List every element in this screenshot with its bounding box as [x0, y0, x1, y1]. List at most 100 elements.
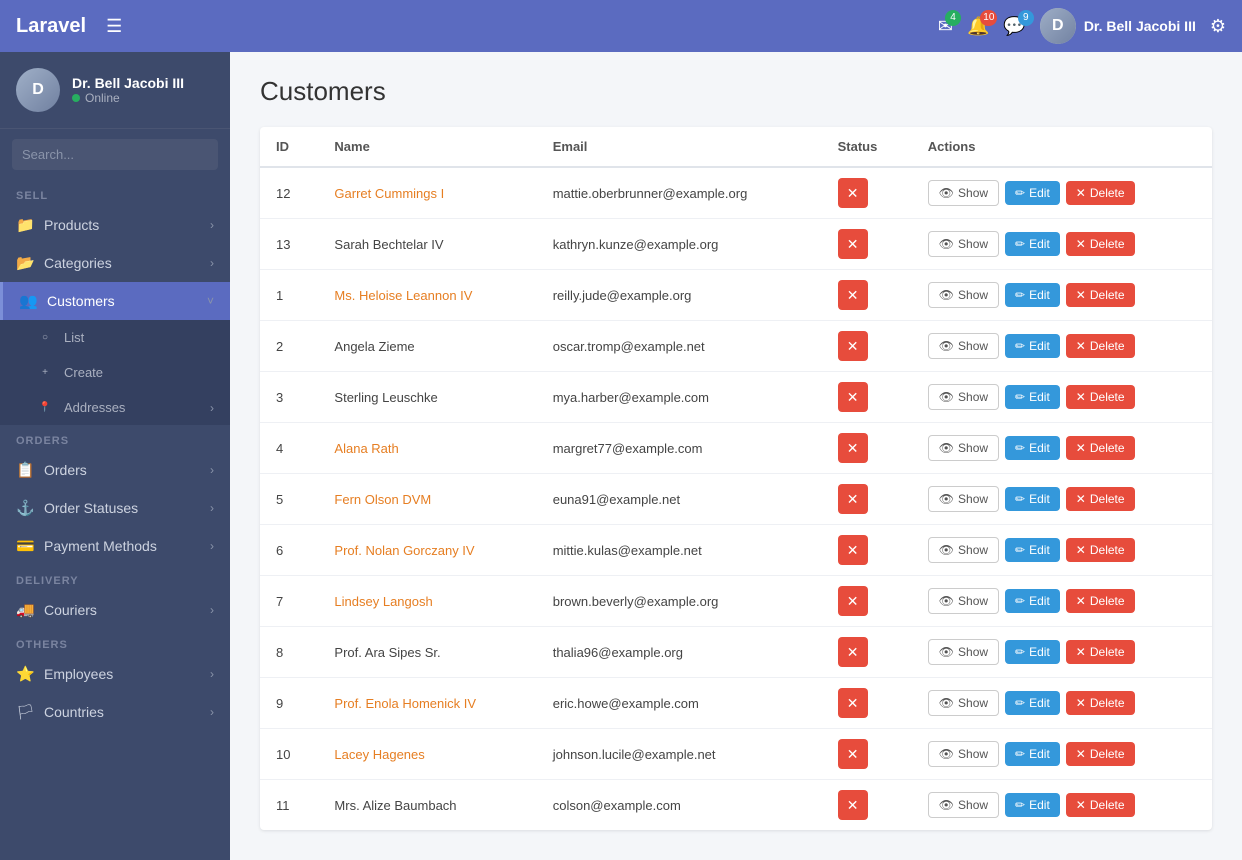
settings-icon[interactable]: ⚙ [1210, 16, 1226, 37]
mail-button[interactable]: ✉ 4 [938, 16, 953, 37]
sidebar-item-products[interactable]: 📁 Products › [0, 206, 230, 244]
sidebar-item-list[interactable]: ○ List [0, 320, 230, 355]
edit-button[interactable]: ✏ Edit [1005, 538, 1060, 562]
sidebar-item-orders[interactable]: 📋 Orders › [0, 451, 230, 489]
customer-name-link[interactable]: Lindsey Langosh [334, 594, 432, 609]
table-header: ID Name Email Status Actions [260, 127, 1212, 167]
delete-button[interactable]: ✕ Delete [1066, 640, 1135, 664]
status-toggle-button[interactable]: ✕ [838, 484, 868, 514]
chevron-right-icon: › [210, 667, 214, 681]
status-toggle-button[interactable]: ✕ [838, 790, 868, 820]
edit-button[interactable]: ✏ Edit [1005, 283, 1060, 307]
sidebar-item-order-statuses[interactable]: ⚓ Order Statuses › [0, 489, 230, 527]
sidebar-item-addresses[interactable]: 📍 Addresses › [0, 390, 230, 425]
show-button[interactable]: 👁 Show [928, 384, 999, 410]
status-toggle-button[interactable]: ✕ [838, 688, 868, 718]
show-button[interactable]: 👁 Show [928, 690, 999, 716]
delete-button[interactable]: ✕ Delete [1066, 385, 1135, 409]
cell-email: euna91@example.net [537, 474, 822, 525]
delete-button[interactable]: ✕ Delete [1066, 538, 1135, 562]
show-button[interactable]: 👁 Show [928, 282, 999, 308]
menu-icon[interactable]: ☰ [106, 16, 122, 37]
status-toggle-button[interactable]: ✕ [838, 178, 868, 208]
show-button[interactable]: 👁 Show [928, 741, 999, 767]
status-toggle-button[interactable]: ✕ [838, 229, 868, 259]
search-input[interactable] [12, 140, 208, 169]
cell-email: colson@example.com [537, 780, 822, 831]
delete-button[interactable]: ✕ Delete [1066, 436, 1135, 460]
edit-icon: ✏ [1015, 594, 1025, 608]
sidebar-item-customers[interactable]: 👥 Customers ˅ [0, 282, 230, 320]
cell-status: ✕ [822, 576, 912, 627]
user-menu-button[interactable]: D Dr. Bell Jacobi III [1040, 8, 1196, 44]
edit-button[interactable]: ✏ Edit [1005, 589, 1060, 613]
status-toggle-button[interactable]: ✕ [838, 433, 868, 463]
sidebar-item-create[interactable]: + Create [0, 355, 230, 390]
show-button[interactable]: 👁 Show [928, 333, 999, 359]
show-button[interactable]: 👁 Show [928, 486, 999, 512]
edit-button[interactable]: ✏ Edit [1005, 640, 1060, 664]
edit-button[interactable]: ✏ Edit [1005, 487, 1060, 511]
customer-name-link[interactable]: Prof. Nolan Gorczany IV [334, 543, 474, 558]
customer-name-link[interactable]: Prof. Enola Homenick IV [334, 696, 476, 711]
edit-icon: ✏ [1015, 492, 1025, 506]
edit-button[interactable]: ✏ Edit [1005, 232, 1060, 256]
user-name: Dr. Bell Jacobi III [1084, 18, 1196, 34]
chevron-right-icon: › [210, 603, 214, 617]
delete-button[interactable]: ✕ Delete [1066, 589, 1135, 613]
section-label-delivery: DELIVERY [0, 565, 230, 591]
cell-status: ✕ [822, 167, 912, 219]
delete-button[interactable]: ✕ Delete [1066, 691, 1135, 715]
cell-actions: 👁 Show✏ Edit✕ Delete [912, 167, 1212, 219]
show-button[interactable]: 👁 Show [928, 588, 999, 614]
customer-name-link[interactable]: Alana Rath [334, 441, 398, 456]
sidebar-item-payment-methods[interactable]: 💳 Payment Methods › [0, 527, 230, 565]
show-button[interactable]: 👁 Show [928, 231, 999, 257]
customer-name-link[interactable]: Lacey Hagenes [334, 747, 424, 762]
eye-icon: 👁 [939, 339, 954, 353]
delete-button[interactable]: ✕ Delete [1066, 232, 1135, 256]
edit-button[interactable]: ✏ Edit [1005, 181, 1060, 205]
show-button[interactable]: 👁 Show [928, 180, 999, 206]
eye-icon: 👁 [939, 747, 954, 761]
delete-button[interactable]: ✕ Delete [1066, 181, 1135, 205]
table-row: 13Sarah Bechtelar IVkathryn.kunze@exampl… [260, 219, 1212, 270]
show-button[interactable]: 👁 Show [928, 792, 999, 818]
customer-name-link[interactable]: Ms. Heloise Leannon IV [334, 288, 472, 303]
create-icon: + [36, 367, 54, 378]
delete-button[interactable]: ✕ Delete [1066, 742, 1135, 766]
sidebar-item-categories[interactable]: 📂 Categories › [0, 244, 230, 282]
delete-button[interactable]: ✕ Delete [1066, 283, 1135, 307]
table-row: 6Prof. Nolan Gorczany IVmittie.kulas@exa… [260, 525, 1212, 576]
customer-name-link[interactable]: Fern Olson DVM [334, 492, 431, 507]
delete-button[interactable]: ✕ Delete [1066, 487, 1135, 511]
cell-name: Mrs. Alize Baumbach [318, 780, 536, 831]
delete-button[interactable]: ✕ Delete [1066, 793, 1135, 817]
search-button[interactable]: 🔍 [208, 139, 218, 170]
edit-button[interactable]: ✏ Edit [1005, 793, 1060, 817]
edit-button[interactable]: ✏ Edit [1005, 334, 1060, 358]
edit-button[interactable]: ✏ Edit [1005, 742, 1060, 766]
show-button[interactable]: 👁 Show [928, 435, 999, 461]
status-toggle-button[interactable]: ✕ [838, 331, 868, 361]
chat-button[interactable]: 💬 9 [1003, 16, 1025, 37]
bell-button[interactable]: 🔔 10 [967, 16, 989, 37]
customer-name-link[interactable]: Garret Cummings I [334, 186, 444, 201]
status-toggle-button[interactable]: ✕ [838, 535, 868, 565]
status-toggle-button[interactable]: ✕ [838, 382, 868, 412]
delete-button[interactable]: ✕ Delete [1066, 334, 1135, 358]
sidebar-item-countries[interactable]: 🏳 Countries › [0, 693, 230, 731]
status-toggle-button[interactable]: ✕ [838, 739, 868, 769]
edit-button[interactable]: ✏ Edit [1005, 691, 1060, 715]
show-button[interactable]: 👁 Show [928, 537, 999, 563]
table-row: 3Sterling Leuschkemya.harber@example.com… [260, 372, 1212, 423]
status-toggle-button[interactable]: ✕ [838, 586, 868, 616]
edit-button[interactable]: ✏ Edit [1005, 436, 1060, 460]
edit-icon: ✏ [1015, 390, 1025, 404]
sidebar-item-couriers[interactable]: 🚚 Couriers › [0, 591, 230, 629]
sidebar-item-employees[interactable]: ⭐ Employees › [0, 655, 230, 693]
status-toggle-button[interactable]: ✕ [838, 280, 868, 310]
show-button[interactable]: 👁 Show [928, 639, 999, 665]
edit-button[interactable]: ✏ Edit [1005, 385, 1060, 409]
status-toggle-button[interactable]: ✕ [838, 637, 868, 667]
